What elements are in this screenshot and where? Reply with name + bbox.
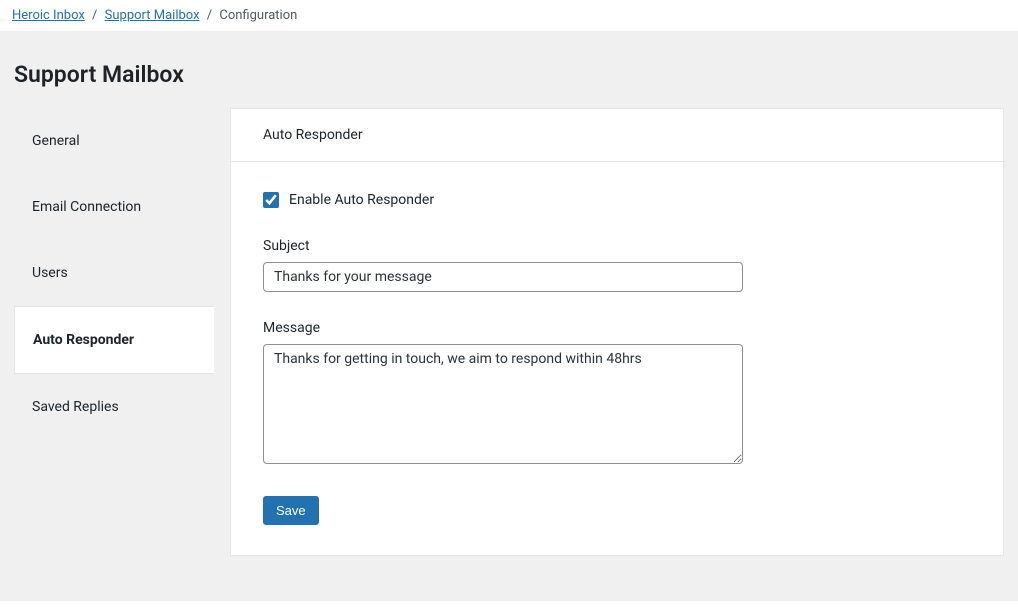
enable-auto-responder-row: Enable Auto Responder (263, 192, 971, 208)
message-label: Message (263, 320, 971, 336)
content-area: General Email Connection Users Auto Resp… (0, 108, 1018, 556)
sidebar: General Email Connection Users Auto Resp… (14, 108, 214, 556)
breadcrumb-link-heroic-inbox[interactable]: Heroic Inbox (12, 8, 85, 23)
subject-group: Subject (263, 238, 971, 292)
save-button[interactable]: Save (263, 496, 319, 525)
enable-auto-responder-checkbox[interactable] (263, 192, 279, 208)
panel-header: Auto Responder (231, 109, 1003, 162)
page-wrap: Support Mailbox General Email Connection… (0, 31, 1018, 601)
subject-input[interactable] (263, 262, 743, 292)
message-textarea[interactable] (263, 344, 743, 464)
enable-auto-responder-label[interactable]: Enable Auto Responder (289, 192, 434, 208)
sidebar-item-auto-responder[interactable]: Auto Responder (14, 306, 214, 374)
sidebar-item-users[interactable]: Users (14, 240, 214, 306)
sidebar-item-email-connection[interactable]: Email Connection (14, 174, 214, 240)
breadcrumb-separator: / (88, 8, 101, 23)
breadcrumb-separator: / (203, 8, 216, 23)
breadcrumb-current: Configuration (219, 8, 297, 23)
settings-panel: Auto Responder Enable Auto Responder Sub… (230, 108, 1004, 556)
breadcrumb-link-support-mailbox[interactable]: Support Mailbox (105, 8, 200, 23)
message-group: Message (263, 320, 971, 468)
sidebar-item-saved-replies[interactable]: Saved Replies (14, 374, 214, 440)
breadcrumb: Heroic Inbox / Support Mailbox / Configu… (0, 0, 1018, 31)
subject-label: Subject (263, 238, 971, 254)
sidebar-item-general[interactable]: General (14, 108, 214, 174)
page-title: Support Mailbox (0, 41, 1018, 108)
panel-body: Enable Auto Responder Subject Message Sa… (231, 162, 1003, 555)
